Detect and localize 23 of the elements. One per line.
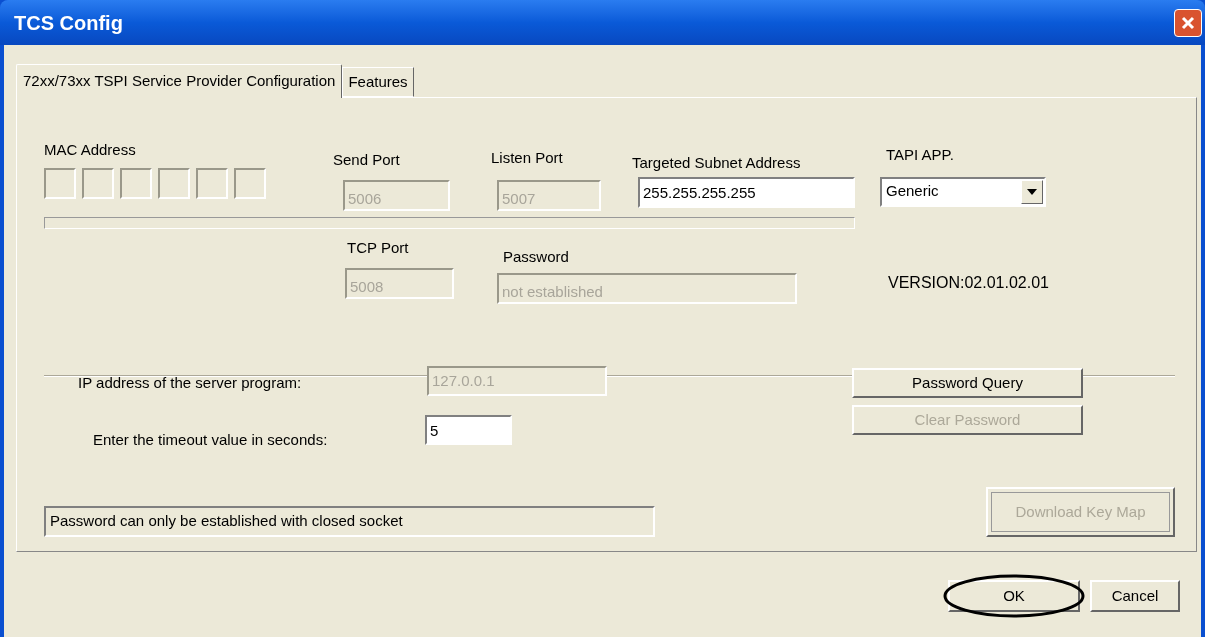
field-label: MAC Address — [44, 140, 137, 160]
window-title: TCS Config — [14, 10, 123, 36]
field-label: Send Port — [333, 150, 401, 170]
field-label: TCP Port — [346, 238, 410, 258]
field-label: TAPI APP. — [885, 145, 955, 165]
close-button[interactable] — [1174, 8, 1202, 37]
dialog-button[interactable]: OK — [948, 580, 1080, 612]
field-label: Enter the timeout value in seconds: — [92, 430, 329, 450]
close-icon — [1180, 14, 1196, 31]
timeout-field[interactable]: 5 — [425, 415, 512, 445]
status-text: Password can only be established with closed socket — [44, 506, 655, 537]
field-label: IP address of the server program: — [77, 373, 303, 394]
field-label: Targeted Subnet Address — [632, 153, 802, 173]
version-text: VERSION:02.01.02.01 — [888, 273, 1049, 293]
field-label: Password — [502, 247, 570, 267]
dialog-button[interactable]: Cancel — [1090, 580, 1180, 612]
field-label: Listen Port — [491, 148, 564, 168]
tab[interactable]: Features — [342, 67, 414, 97]
tab[interactable]: 72xx/73xx TSPI Service Provider Configuration — [16, 64, 343, 98]
side-button[interactable]: Password Query — [852, 368, 1083, 398]
tapi-app-dropdown[interactable]: Generic — [880, 176, 1046, 207]
dropdown-value: Generic — [886, 181, 939, 202]
subnet-address-field[interactable]: 255.255.255.255 — [638, 176, 855, 208]
